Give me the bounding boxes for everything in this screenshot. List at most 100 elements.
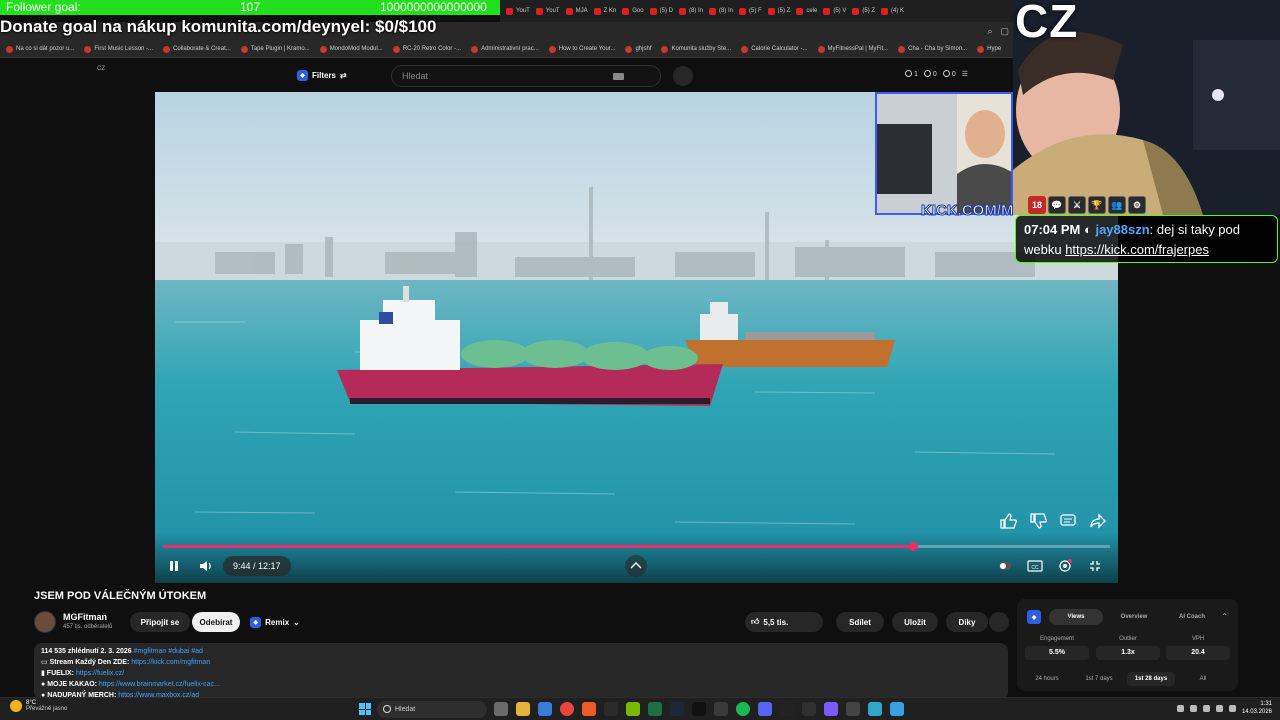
- mail-icon[interactable]: [538, 702, 552, 716]
- exit-fullscreen-icon[interactable]: [1086, 557, 1104, 575]
- bookmark-item[interactable]: Hype: [977, 45, 1001, 53]
- browser-tab[interactable]: (4) K: [881, 7, 904, 15]
- bookmark-item[interactable]: Administrativní prac...: [471, 45, 539, 53]
- tab-overview[interactable]: Overview: [1107, 609, 1161, 625]
- description-link[interactable]: https://www.brainmarket.cz/fuelix-cac...: [99, 681, 220, 688]
- volume-icon[interactable]: [197, 557, 215, 575]
- file-explorer-icon[interactable]: [516, 702, 530, 716]
- bookmark-item[interactable]: ghjshf: [625, 45, 651, 53]
- bookmark-item[interactable]: Calorie Calculator -...: [741, 45, 808, 53]
- share-button[interactable]: Sdílet: [836, 612, 884, 632]
- browser-tab[interactable]: YouT: [506, 7, 530, 15]
- app-icon[interactable]: [846, 702, 860, 716]
- bookmark-item[interactable]: Collaborate & Creat...: [163, 45, 231, 53]
- range-24-hours[interactable]: 24 hours: [1023, 672, 1071, 686]
- autoplay-toggle-icon[interactable]: [996, 557, 1014, 575]
- browser-tab[interactable]: YouT: [535, 7, 560, 15]
- menu-icon[interactable]: ☰: [962, 70, 968, 78]
- dislike-icon[interactable]: [1028, 512, 1048, 530]
- share-icon[interactable]: [1088, 512, 1108, 530]
- keyboard-icon[interactable]: [613, 73, 624, 80]
- channel-name[interactable]: MGFitman: [63, 612, 107, 622]
- excel-icon[interactable]: [648, 702, 662, 716]
- discord-icon[interactable]: [758, 702, 772, 716]
- browser-tab[interactable]: (5) F: [738, 7, 762, 15]
- comment-icon[interactable]: [1058, 512, 1078, 530]
- subtitles-icon[interactable]: CC: [1026, 557, 1044, 575]
- browser-tab[interactable]: (8) In: [678, 7, 703, 15]
- remix-button[interactable]: ◆ Remix ⌄: [246, 612, 304, 632]
- range-first-7-days[interactable]: 1st 7 days: [1075, 672, 1123, 686]
- zoom-icon[interactable]: ⌕: [987, 26, 992, 37]
- like-button[interactable]: 👍︎ 5,5 tis.: [745, 612, 823, 632]
- bookmark-item[interactable]: How to Create Your...: [548, 45, 615, 53]
- tab-views[interactable]: Views: [1049, 609, 1103, 625]
- nvidia-icon[interactable]: [626, 702, 640, 716]
- browser-tab[interactable]: cele: [796, 7, 817, 15]
- chat-link[interactable]: https://kick.com/frajerpes: [1065, 242, 1209, 257]
- chevron-up-icon[interactable]: [625, 555, 647, 577]
- epic-games-icon[interactable]: [780, 702, 794, 716]
- app-icon[interactable]: [824, 702, 838, 716]
- capcut-icon[interactable]: [604, 702, 618, 716]
- task-view-icon[interactable]: [494, 702, 508, 716]
- description-link[interactable]: https://kick.com/mgfitman: [131, 659, 210, 666]
- channel-avatar[interactable]: [34, 611, 56, 633]
- save-button[interactable]: Uložit: [892, 612, 938, 632]
- description-link[interactable]: https://fuelix.cz/: [76, 670, 124, 677]
- range-all[interactable]: All: [1179, 672, 1227, 686]
- app-icon[interactable]: [868, 702, 882, 716]
- chrome-icon[interactable]: [560, 702, 574, 716]
- browser-tab[interactable]: (5) V: [823, 7, 846, 15]
- browser-tab[interactable]: Goo: [622, 7, 644, 15]
- like-icon[interactable]: [998, 512, 1018, 530]
- browser-tab[interactable]: (5) Z: [767, 7, 790, 15]
- video-description[interactable]: 114 535 zhlédnutí 2. 3. 2026 #mgfitman #…: [34, 643, 1008, 700]
- tray-chevron-icon[interactable]: [1176, 704, 1184, 712]
- bookmark-item[interactable]: MyFitnessPal | MyFit...: [817, 45, 888, 53]
- tab-ai-coach[interactable]: AI Coach: [1165, 609, 1219, 625]
- progress-scrubber[interactable]: [909, 542, 919, 551]
- voice-search-button[interactable]: [673, 66, 693, 86]
- taskbar-search[interactable]: Hledat: [377, 701, 487, 718]
- bookmark-item[interactable]: Tape Plugin | Kramo...: [240, 45, 310, 53]
- tray-app-icon[interactable]: [1202, 704, 1210, 712]
- bookmark-item[interactable]: Komunita služby Ste...: [661, 45, 731, 53]
- steam-icon[interactable]: [670, 702, 684, 716]
- tray-app-icon[interactable]: [1189, 704, 1197, 712]
- bookmark-item[interactable]: MondoMod Modul...: [319, 45, 383, 53]
- obs-icon[interactable]: [802, 702, 816, 716]
- subscribe-button[interactable]: Odebírat: [192, 612, 240, 632]
- more-actions-button[interactable]: [989, 612, 1009, 632]
- wifi-icon[interactable]: [1215, 704, 1223, 712]
- bookmark-item[interactable]: Na co si dát pozor u...: [6, 45, 74, 53]
- browser-tab[interactable]: (8) In: [708, 7, 733, 15]
- spotify-icon[interactable]: [736, 702, 750, 716]
- bookmark-item[interactable]: Cha - Cha by Simon...: [898, 45, 967, 53]
- tab-favicon-icon: [593, 7, 601, 15]
- browser-tab[interactable]: MJA: [565, 7, 588, 15]
- browser-tab[interactable]: (5) Z: [852, 7, 875, 15]
- chevron-up-icon[interactable]: ⌃: [1221, 612, 1228, 621]
- browser-tab[interactable]: Z Kn: [593, 7, 616, 15]
- app-icon[interactable]: [890, 702, 904, 716]
- search-input[interactable]: [402, 71, 602, 81]
- bookmark-item[interactable]: RC-20 Retro Color -...: [392, 45, 461, 53]
- range-first-28-days[interactable]: 1st 28 days: [1127, 672, 1175, 686]
- pause-button[interactable]: [165, 557, 183, 575]
- extensions-icon[interactable]: ▢: [1000, 26, 1009, 37]
- tiktok-icon[interactable]: [692, 702, 706, 716]
- join-button[interactable]: Připojit se: [130, 612, 190, 632]
- app-icon[interactable]: [714, 702, 728, 716]
- thanks-button[interactable]: Díky: [946, 612, 988, 632]
- clock[interactable]: 1:31 14.03.2026: [1242, 700, 1272, 716]
- browser-tab[interactable]: (5) D: [649, 7, 673, 15]
- weather-widget[interactable]: 8°C Převážně jasno: [10, 700, 67, 712]
- progress-bar[interactable]: [163, 542, 1110, 551]
- start-button[interactable]: [359, 703, 371, 715]
- filters-button[interactable]: ◆ Filters ⇄: [297, 68, 347, 82]
- settings-gear-icon[interactable]: [1056, 557, 1074, 575]
- bookmark-item[interactable]: First Music Lesson -...: [84, 45, 153, 53]
- speaker-icon[interactable]: [1228, 704, 1236, 712]
- app-icon[interactable]: [582, 702, 596, 716]
